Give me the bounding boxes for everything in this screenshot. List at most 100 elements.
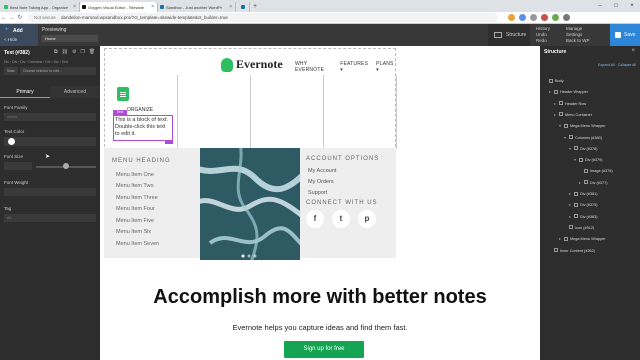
structure-tree-item[interactable]: ▸ Div (#377) — [579, 179, 608, 187]
hero-slider-image[interactable] — [200, 148, 300, 260]
forward-arrow-icon[interactable]: → — [8, 15, 16, 21]
account-link[interactable]: My Account — [308, 168, 336, 174]
extension-icon[interactable] — [552, 14, 559, 21]
selector-row: State Choose selector to edit... — [4, 67, 96, 75]
element-actions: ⧉ ⛓ ⚙ ❐ 🗑 — [54, 49, 95, 55]
structure-tree-item[interactable]: ▸ Div (#381) — [569, 190, 598, 198]
browser-tab-4[interactable] — [236, 2, 250, 12]
tab-primary[interactable]: Primary — [0, 86, 50, 98]
close-icon[interactable]: × — [631, 48, 635, 54]
copy-icon[interactable]: ⧉ — [54, 49, 58, 55]
structure-tree-item[interactable]: ▸ Header Row — [554, 100, 586, 108]
menu-item[interactable]: Menu Item Six — [116, 229, 151, 235]
save-button[interactable]: Save — [610, 24, 640, 46]
hide-button[interactable]: < Hide — [4, 37, 17, 42]
link-icon[interactable]: ⛓ — [62, 49, 68, 55]
font-weight-select[interactable] — [4, 188, 96, 196]
structure-tree-item[interactable]: ▾ Div (#379) — [574, 156, 603, 164]
extension-icon[interactable] — [508, 14, 515, 21]
signup-button[interactable]: Sign up for free — [284, 341, 364, 358]
minimize-icon[interactable]: – — [592, 0, 608, 12]
close-window-icon[interactable]: × — [624, 0, 640, 12]
selected-text-block[interactable]: This is a block of text. Double-click th… — [113, 115, 173, 141]
browser-tab-1[interactable]: Best Note Taking App - Organize × — [2, 2, 80, 12]
font-size-input[interactable] — [4, 162, 32, 170]
settings-icon[interactable]: ⚙ — [72, 49, 76, 55]
tab-advanced[interactable]: Advanced — [50, 86, 100, 98]
redo-button[interactable]: Redo — [536, 38, 550, 44]
extension-icon[interactable] — [519, 14, 526, 21]
maximize-icon[interactable]: □ — [608, 0, 624, 12]
nav-plans[interactable]: PLANS ▾ — [376, 61, 395, 73]
oxygen-toolbar: + Add < Hide Previewing Home Structure H… — [0, 24, 640, 46]
breadcrumb[interactable]: Div › Div › Div › Columns › Div › Div › … — [4, 60, 68, 64]
element-type-icon — [569, 225, 573, 230]
evernote-logo[interactable]: Evernote — [221, 57, 283, 72]
state-dropdown[interactable]: State — [4, 67, 18, 75]
font-family-select[interactable]: Inherit — [4, 113, 96, 121]
structure-tree-item[interactable]: ▾ Div (#378) — [569, 145, 598, 153]
menu-item[interactable]: Menu Item Seven — [116, 241, 159, 247]
menu-item[interactable]: Menu Item Two — [116, 183, 154, 189]
structure-tree-item[interactable]: ▸ Menu Container — [554, 111, 592, 119]
extension-icon[interactable] — [530, 14, 537, 21]
duplicate-icon[interactable]: ❐ — [80, 49, 84, 55]
tab-title: Oxygen Visual Editor - Sitewide — [88, 4, 144, 10]
delete-icon[interactable]: 🗑 — [89, 49, 95, 55]
structure-tree-item[interactable]: Image (#376) — [579, 167, 613, 175]
color-swatch[interactable] — [8, 138, 15, 145]
profile-avatar[interactable] — [563, 14, 570, 21]
structure-tree-item[interactable]: ▾ Mega Menu Wrapper — [559, 122, 606, 130]
column[interactable] — [396, 75, 397, 149]
text-color-field[interactable] — [4, 137, 96, 146]
font-family-label: Font Family — [4, 105, 28, 110]
menu-item[interactable]: Menu Item One — [116, 172, 154, 178]
twitter-icon[interactable]: t — [332, 210, 350, 228]
tag-select[interactable]: div — [4, 214, 96, 222]
preview-dropdown[interactable]: Home — [42, 35, 98, 42]
structure-item-label: Div (#375) — [580, 203, 598, 208]
tab-title: Best Note Taking App - Organize — [10, 4, 68, 10]
column[interactable] — [250, 75, 305, 149]
browser-tab-3[interactable]: Sandbox - Just another WordPr × — [158, 2, 236, 12]
extension-icon[interactable] — [541, 14, 548, 21]
pinterest-icon[interactable]: p — [358, 210, 376, 228]
structure-item-label: Columns (#380) — [575, 135, 603, 140]
nav-why-evernote[interactable]: WHY EVERNOTE — [295, 61, 332, 73]
structure-tree-item[interactable]: ▸ Div (#383) — [569, 213, 598, 221]
new-tab-button[interactable]: + — [253, 2, 257, 12]
slider-handle[interactable] — [63, 163, 69, 169]
back-to-wp-button[interactable]: Back to WP — [566, 38, 590, 44]
facebook-icon[interactable]: f — [306, 210, 324, 228]
structure-tree-item[interactable]: ▾ Columns (#380) — [564, 134, 602, 142]
account-link[interactable]: My Orders — [308, 179, 334, 185]
url-field[interactable]: Not secure dandelion-mamcwl.wpsandbox.pr… — [28, 13, 498, 22]
back-arrow-icon[interactable]: ← — [0, 15, 8, 21]
column[interactable] — [323, 75, 378, 149]
menu-item[interactable]: Menu Item Three — [116, 195, 158, 201]
column[interactable] — [177, 75, 232, 149]
add-button[interactable]: + Add < Hide — [0, 24, 38, 46]
menu-item[interactable]: Menu Item Five — [116, 218, 154, 224]
nav-features[interactable]: FEATURES ▾ — [340, 61, 368, 73]
browser-tab-2[interactable]: Oxygen Visual Editor - Sitewide × — [80, 2, 158, 12]
close-tab-icon[interactable]: × — [73, 4, 76, 10]
menu-item[interactable]: Menu Item Four — [116, 206, 155, 212]
structure-tree-item[interactable]: ▸ Mega Menu Wrapper — [559, 235, 606, 243]
close-tab-icon[interactable]: × — [229, 4, 232, 10]
structure-tree-item[interactable]: Inner Content (#262) — [549, 247, 595, 255]
structure-tree-item[interactable]: Icon (#312) — [564, 224, 594, 232]
resize-handle[interactable] — [165, 140, 173, 144]
structure-tree-item[interactable]: ▸ Div (#375) — [569, 201, 598, 209]
structure-tree-item[interactable]: ▸ Header Wrapper — [549, 88, 588, 96]
structure-item-label: Div (#381) — [580, 192, 598, 196]
structure-item-label: Mega Menu Wrapper — [570, 124, 606, 129]
account-link[interactable]: Support — [308, 190, 327, 196]
structure-tree-item[interactable]: Body — [544, 77, 564, 85]
hero-subtitle: Evernote helps you capture ideas and fin… — [232, 323, 408, 332]
expand-collapse-links[interactable]: Expand All · Collapse All — [598, 63, 636, 67]
structure-button[interactable]: Structure — [488, 24, 530, 46]
selector-dropdown[interactable]: Choose selector to edit... — [20, 67, 96, 75]
reload-icon[interactable]: ↻ — [16, 14, 24, 21]
close-tab-icon[interactable]: × — [151, 4, 154, 10]
